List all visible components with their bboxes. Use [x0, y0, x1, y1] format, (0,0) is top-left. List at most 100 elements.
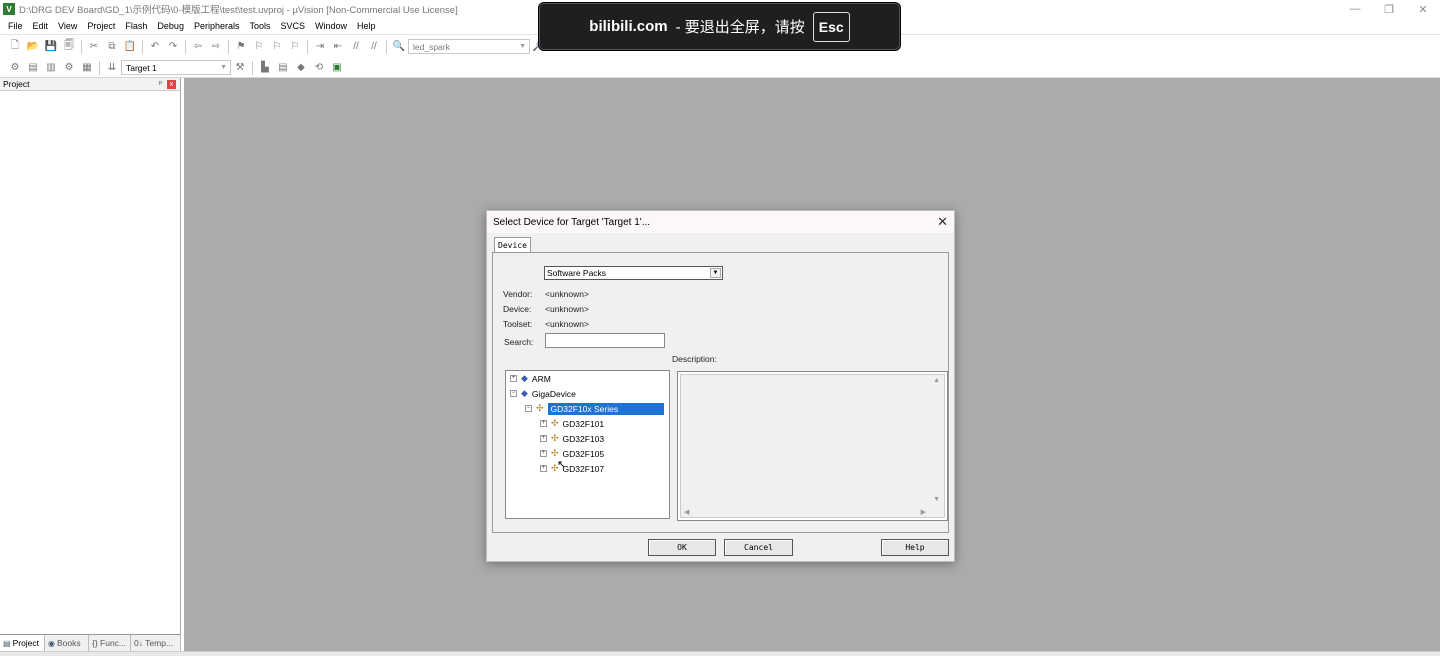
- pin-icon[interactable]: ᵖ: [159, 79, 162, 88]
- menu-file[interactable]: File: [3, 21, 28, 31]
- menu-tools[interactable]: Tools: [244, 21, 275, 31]
- next-bookmark-icon[interactable]: ⚐: [270, 40, 284, 54]
- pack-installer-icon[interactable]: ⟲: [312, 61, 326, 75]
- tab-books[interactable]: ◉ Books: [45, 635, 89, 651]
- device-value: <unknown>: [545, 304, 589, 314]
- indent-icon[interactable]: ⇥: [313, 40, 327, 54]
- collapse-icon[interactable]: −: [510, 390, 517, 397]
- load-icon[interactable]: ⇊: [105, 61, 119, 75]
- menu-help[interactable]: Help: [352, 21, 381, 31]
- build-icon[interactable]: ▤: [26, 61, 40, 75]
- target-options-icon[interactable]: ⚒: [233, 61, 247, 75]
- menu-debug[interactable]: Debug: [152, 21, 189, 31]
- help-button[interactable]: Help: [881, 539, 949, 556]
- menu-peripherals[interactable]: Peripherals: [189, 21, 245, 31]
- banner-message: - 要退出全屏，请按: [675, 19, 805, 36]
- tree-node-gd32f10x-series[interactable]: − ✣ GD32F10x Series: [525, 402, 664, 415]
- menu-edit[interactable]: Edit: [28, 21, 54, 31]
- scroll-down-icon[interactable]: ▼: [933, 496, 940, 503]
- download-icon[interactable]: ▦: [80, 61, 94, 75]
- copy-icon[interactable]: ⧉: [105, 40, 119, 54]
- clear-bookmarks-icon[interactable]: ⚐: [288, 40, 302, 54]
- open-file-icon[interactable]: 📂: [26, 40, 40, 54]
- manage-rte-icon[interactable]: ▤: [276, 61, 290, 75]
- expand-icon[interactable]: +: [540, 420, 547, 427]
- minimize-button[interactable]: —: [1338, 0, 1372, 18]
- redo-icon[interactable]: ↷: [166, 40, 180, 54]
- tab-functions[interactable]: {} Func...: [89, 635, 131, 651]
- target-combo-value: Target 1: [126, 62, 157, 73]
- expand-icon[interactable]: +: [540, 450, 547, 457]
- tree-node-label: GigaDevice: [531, 388, 576, 399]
- tab-project[interactable]: ▤ Project: [0, 635, 45, 651]
- window-controls: — ❐ ✕: [1338, 0, 1440, 18]
- cut-icon[interactable]: ✂: [87, 40, 101, 54]
- chevron-down-icon: ▼: [519, 43, 526, 50]
- nav-forward-icon[interactable]: ⇨: [209, 40, 223, 54]
- find-in-files-icon[interactable]: 🔍: [392, 40, 406, 54]
- tree-node-arm[interactable]: + ◆ ARM: [510, 372, 551, 385]
- menu-view[interactable]: View: [53, 21, 82, 31]
- new-file-icon[interactable]: 🗋: [8, 40, 22, 54]
- tab-templates[interactable]: 0↓ Temp...: [131, 635, 181, 651]
- cancel-button[interactable]: Cancel: [724, 539, 793, 556]
- toolbar-separator: [228, 39, 229, 54]
- tree-node-gd32f101[interactable]: + ✣ GD32F101: [540, 417, 604, 430]
- paste-icon[interactable]: 📋: [123, 40, 137, 54]
- menu-window[interactable]: Window: [310, 21, 352, 31]
- tree-node-gigadevice[interactable]: − ◆ GigaDevice: [510, 387, 576, 400]
- close-pane-icon[interactable]: x: [167, 80, 176, 89]
- toolbar-separator: [252, 60, 253, 75]
- menu-flash[interactable]: Flash: [120, 21, 152, 31]
- file-extensions-icon[interactable]: ▙: [258, 61, 272, 75]
- prev-bookmark-icon[interactable]: ⚐: [252, 40, 266, 54]
- undo-icon[interactable]: ↶: [148, 40, 162, 54]
- save-all-icon[interactable]: 🗐: [62, 40, 76, 54]
- scroll-up-icon[interactable]: ▲: [933, 377, 940, 384]
- device-tree[interactable]: + ◆ ARM − ◆ GigaDevice − ✣ GD32F10x Seri…: [505, 370, 670, 519]
- description-text-area[interactable]: ▲ ▼ ◀ ▶: [680, 374, 945, 518]
- scroll-right-icon[interactable]: ▶: [921, 508, 926, 516]
- scroll-left-icon[interactable]: ◀: [684, 508, 689, 516]
- expand-icon[interactable]: +: [540, 465, 547, 472]
- tab-device[interactable]: Device: [494, 237, 531, 253]
- close-icon[interactable]: ✕: [937, 214, 948, 230]
- esc-key-badge: Esc: [812, 11, 850, 42]
- batch-build-icon[interactable]: ⚙: [62, 61, 76, 75]
- ok-button[interactable]: OK: [648, 539, 716, 556]
- unindent-icon[interactable]: ⇤: [331, 40, 345, 54]
- project-pane-tabs: ▤ Project ◉ Books {} Func... 0↓ Temp...: [0, 634, 181, 651]
- tree-node-gd32f107[interactable]: + ✣ GD32F107: [540, 462, 604, 475]
- chevron-down-icon: ▼: [220, 64, 227, 71]
- build-toolbar: ⚙ ▤ ▥ ⚙ ▦ ⇊ Target 1 ▼ ⚒ ▙ ▤ ◆ ⟲ ▣: [0, 57, 370, 78]
- translate-icon[interactable]: ⚙: [8, 61, 22, 75]
- save-icon[interactable]: 💾: [44, 40, 58, 54]
- vendor-value: <unknown>: [545, 289, 589, 299]
- tree-node-gd32f105[interactable]: + ✣ GD32F105: [540, 447, 604, 460]
- restore-button[interactable]: ❐: [1372, 0, 1406, 18]
- uncomment-icon[interactable]: //: [367, 40, 381, 54]
- collapse-icon[interactable]: −: [525, 405, 532, 412]
- find-combo[interactable]: led_spark ▼: [408, 39, 530, 54]
- toolbar-separator: [185, 39, 186, 54]
- expand-icon[interactable]: +: [510, 375, 517, 382]
- expand-icon[interactable]: +: [540, 435, 547, 442]
- search-label: Search:: [504, 337, 534, 347]
- vendor-icon: ◆: [521, 373, 528, 383]
- target-combo[interactable]: Target 1 ▼: [121, 60, 231, 75]
- comment-icon[interactable]: //: [349, 40, 363, 54]
- search-input[interactable]: [545, 333, 665, 348]
- menu-svcs[interactable]: SVCS: [276, 21, 311, 31]
- select-packs-icon[interactable]: ◆: [294, 61, 308, 75]
- menu-project[interactable]: Project: [82, 21, 120, 31]
- manage-components-icon[interactable]: ▣: [330, 61, 344, 75]
- source-select[interactable]: Software Packs ▼: [544, 266, 723, 280]
- mouse-cursor-icon: ↖: [557, 459, 567, 471]
- rebuild-icon[interactable]: ▥: [44, 61, 58, 75]
- bookmark-icon[interactable]: ⚑: [234, 40, 248, 54]
- nav-back-icon[interactable]: ⇦: [191, 40, 205, 54]
- tree-node-gd32f103[interactable]: + ✣ GD32F103: [540, 432, 604, 445]
- close-window-button[interactable]: ✕: [1406, 0, 1440, 18]
- tree-node-label: GD32F105: [562, 448, 605, 459]
- chevron-down-icon[interactable]: ▼: [710, 268, 721, 278]
